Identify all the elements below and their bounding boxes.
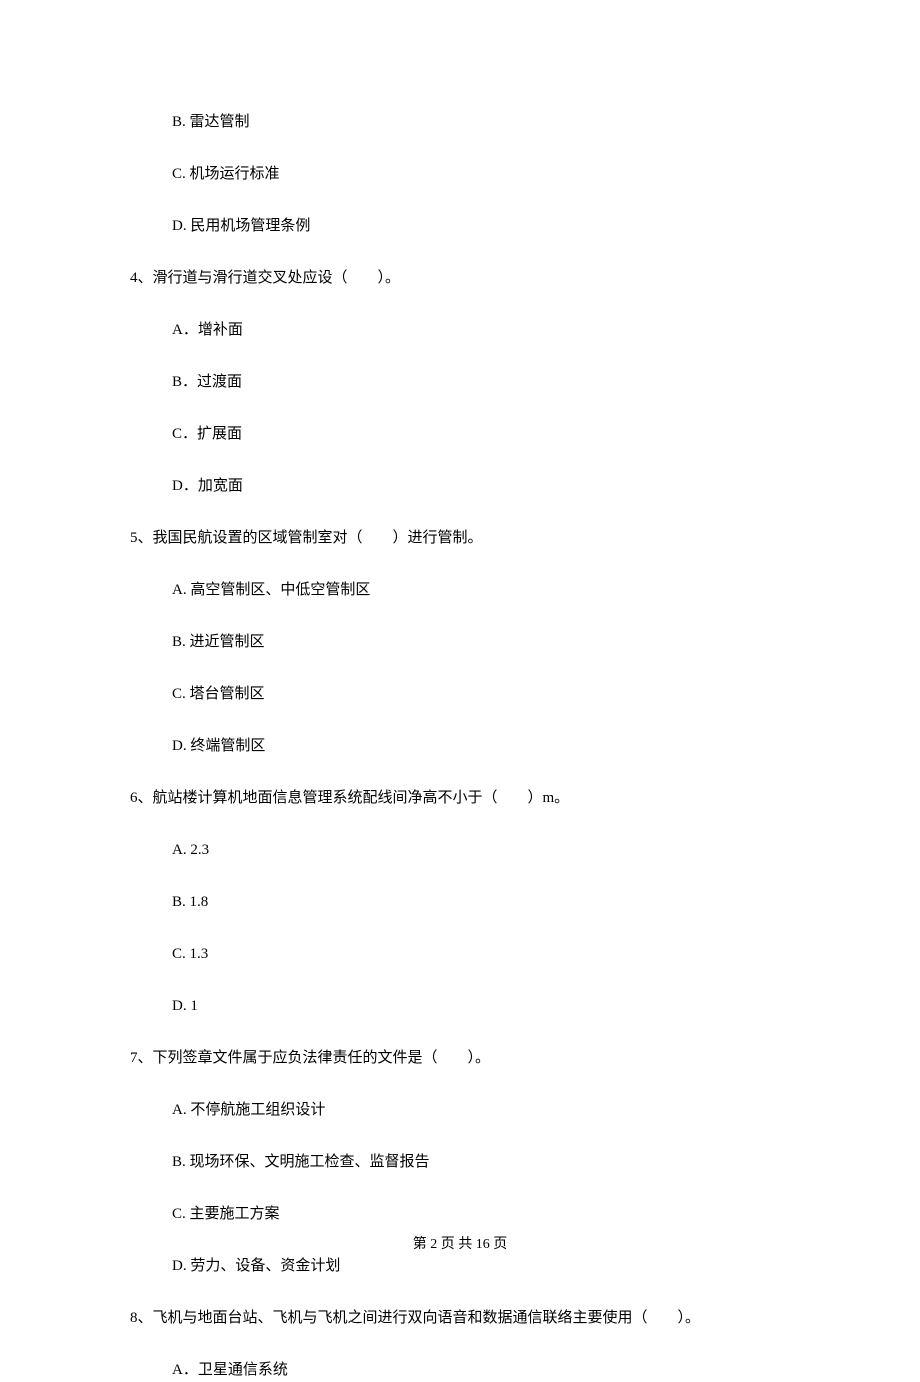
question-4-option-c: C．扩展面: [172, 422, 790, 446]
question-4-text: 4、滑行道与滑行道交叉处应设（ ）。: [130, 266, 790, 290]
question-3-option-b: B. 雷达管制: [172, 110, 790, 134]
question-7-option-b: B. 现场环保、文明施工检查、监督报告: [172, 1150, 790, 1174]
question-3-options: B. 雷达管制 C. 机场运行标准 D. 民用机场管理条例: [172, 110, 790, 238]
question-6-options: A. 2.3 B. 1.8 C. 1.3 D. 1: [172, 838, 790, 1018]
question-5-option-d: D. 终端管制区: [172, 734, 790, 758]
question-3-option-c: C. 机场运行标准: [172, 162, 790, 186]
question-4-option-a: A．增补面: [172, 318, 790, 342]
question-5-text: 5、我国民航设置的区域管制室对（ ）进行管制。: [130, 526, 790, 550]
question-7-option-d: D. 劳力、设备、资金计划: [172, 1254, 790, 1278]
question-4-option-b: B．过渡面: [172, 370, 790, 394]
question-8-options: A．卫星通信系统: [172, 1358, 790, 1382]
question-5-option-b: B. 进近管制区: [172, 630, 790, 654]
question-7-text: 7、下列签章文件属于应负法律责任的文件是（ ）。: [130, 1046, 790, 1070]
question-6-option-c: C. 1.3: [172, 942, 790, 966]
question-4-option-d: D．加宽面: [172, 474, 790, 498]
question-5-option-a: A. 高空管制区、中低空管制区: [172, 578, 790, 602]
page-content: B. 雷达管制 C. 机场运行标准 D. 民用机场管理条例 4、滑行道与滑行道交…: [0, 0, 920, 1382]
question-4-options: A．增补面 B．过渡面 C．扩展面 D．加宽面: [172, 318, 790, 498]
question-5-options: A. 高空管制区、中低空管制区 B. 进近管制区 C. 塔台管制区 D. 终端管…: [172, 578, 790, 758]
question-8-text: 8、飞机与地面台站、飞机与飞机之间进行双向语音和数据通信联络主要使用（ ）。: [130, 1306, 790, 1330]
question-7-option-c: C. 主要施工方案: [172, 1202, 790, 1226]
question-5-option-c: C. 塔台管制区: [172, 682, 790, 706]
question-6-option-a: A. 2.3: [172, 838, 790, 862]
question-6-option-b: B. 1.8: [172, 890, 790, 914]
page-footer: 第 2 页 共 16 页: [0, 1234, 920, 1256]
question-8-option-a: A．卫星通信系统: [172, 1358, 790, 1382]
question-6-text: 6、航站楼计算机地面信息管理系统配线间净高不小于（ ）m。: [130, 786, 790, 810]
question-6-option-d: D. 1: [172, 994, 790, 1018]
question-3-option-d: D. 民用机场管理条例: [172, 214, 790, 238]
question-7-option-a: A. 不停航施工组织设计: [172, 1098, 790, 1122]
